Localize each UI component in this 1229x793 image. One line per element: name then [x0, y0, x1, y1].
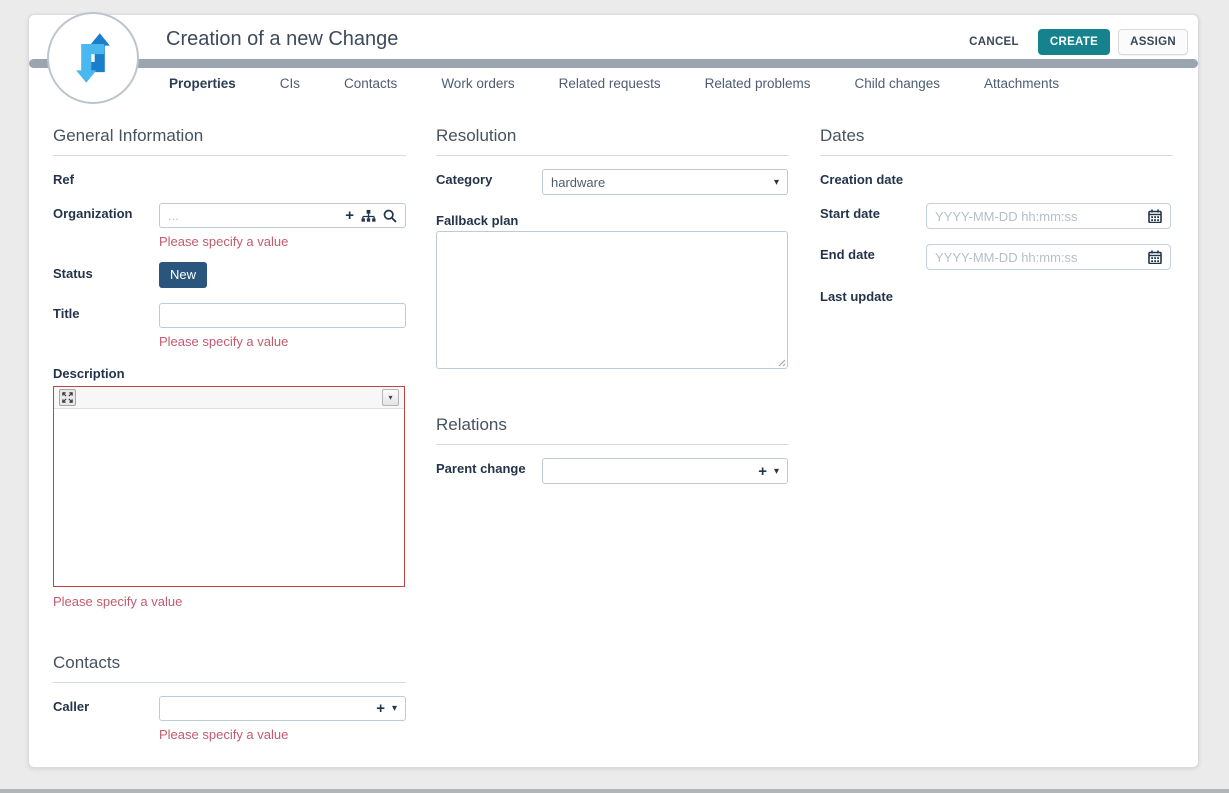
organization-field[interactable]: +: [159, 203, 406, 228]
last-update-label: Last update: [820, 289, 893, 304]
caller-label: Caller: [53, 699, 89, 714]
add-icon[interactable]: +: [345, 208, 354, 223]
section-dates: Dates: [820, 126, 1173, 156]
create-button[interactable]: CREATE: [1038, 29, 1110, 55]
parent-change-input[interactable]: [551, 464, 752, 479]
title-error: Please specify a value: [159, 334, 288, 349]
fallback-plan-label: Fallback plan: [436, 213, 518, 228]
description-editor[interactable]: ▾: [53, 386, 405, 587]
tab-work-orders[interactable]: Work orders: [441, 76, 514, 91]
toolbar-collapse-icon[interactable]: ▾: [382, 389, 399, 406]
status-badge: New: [159, 262, 207, 288]
page-title: Creation of a new Change: [166, 28, 398, 51]
swap-arrows-icon: [66, 31, 120, 85]
main-card: Creation of a new Change CANCEL CREATE A…: [28, 14, 1199, 768]
description-label: Description: [53, 366, 125, 381]
status-label: Status: [53, 266, 93, 281]
title-field[interactable]: [159, 303, 406, 328]
ref-label: Ref: [53, 172, 74, 187]
caller-select[interactable]: + ▾: [159, 696, 406, 721]
calendar-icon[interactable]: [1148, 209, 1162, 223]
section-contacts: Contacts: [53, 653, 406, 683]
tab-properties[interactable]: Properties: [169, 76, 236, 91]
start-date-input[interactable]: [935, 209, 1142, 224]
tab-contacts[interactable]: Contacts: [344, 76, 397, 91]
end-date-input[interactable]: [935, 250, 1142, 265]
category-label: Category: [436, 172, 492, 187]
caller-error: Please specify a value: [159, 727, 288, 742]
hierarchy-icon[interactable]: [361, 209, 376, 223]
title-label: Title: [53, 306, 80, 321]
add-icon[interactable]: +: [758, 464, 767, 479]
end-date-field[interactable]: [926, 244, 1171, 270]
start-date-label: Start date: [820, 206, 880, 221]
caller-input[interactable]: [168, 701, 370, 716]
description-editor-toolbar: ▾: [54, 387, 404, 409]
creation-date-label: Creation date: [820, 172, 903, 187]
section-resolution: Resolution: [436, 126, 789, 156]
title-input[interactable]: [168, 308, 397, 323]
chevron-down-icon[interactable]: ▾: [774, 466, 779, 477]
tab-related-requests[interactable]: Related requests: [559, 76, 661, 91]
cancel-button[interactable]: CANCEL: [958, 30, 1030, 54]
tab-bar: Properties CIs Contacts Work orders Rela…: [169, 76, 1059, 91]
organization-field-icons: +: [345, 208, 397, 223]
parent-change-label: Parent change: [436, 461, 526, 476]
search-icon[interactable]: [383, 209, 397, 223]
description-error: Please specify a value: [53, 594, 182, 609]
category-select[interactable]: hardware ▾: [542, 169, 788, 195]
fallback-plan-textarea[interactable]: [436, 231, 788, 369]
change-class-icon: [47, 12, 139, 104]
organization-error: Please specify a value: [159, 234, 288, 249]
chevron-down-icon[interactable]: ▾: [392, 703, 397, 714]
action-buttons: CANCEL CREATE ASSIGN: [958, 29, 1188, 55]
header-divider-bar: [29, 59, 1198, 68]
organization-label: Organization: [53, 206, 132, 221]
calendar-icon[interactable]: [1148, 250, 1162, 264]
assign-button[interactable]: ASSIGN: [1118, 29, 1188, 55]
add-icon[interactable]: +: [376, 701, 385, 716]
resize-handle-icon[interactable]: [776, 357, 786, 367]
maximize-icon[interactable]: [59, 389, 76, 406]
category-value: hardware: [551, 175, 774, 190]
organization-input[interactable]: [168, 208, 339, 223]
tab-child-changes[interactable]: Child changes: [854, 76, 940, 91]
start-date-field[interactable]: [926, 203, 1171, 229]
tab-cis[interactable]: CIs: [280, 76, 300, 91]
end-date-label: End date: [820, 247, 875, 262]
description-editing-area[interactable]: [54, 409, 404, 586]
parent-change-select[interactable]: + ▾: [542, 458, 788, 484]
section-general-information: General Information: [53, 126, 406, 156]
chevron-down-icon[interactable]: ▾: [774, 177, 779, 188]
section-relations: Relations: [436, 415, 789, 445]
tab-related-problems[interactable]: Related problems: [705, 76, 811, 91]
tab-attachments[interactable]: Attachments: [984, 76, 1059, 91]
